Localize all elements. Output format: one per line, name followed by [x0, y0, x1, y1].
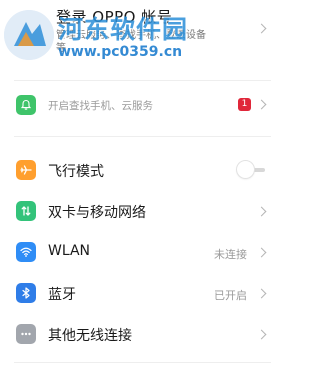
airplane-icon	[16, 160, 36, 180]
more-dots-icon	[16, 324, 36, 344]
avatar	[4, 10, 54, 60]
settings-item-label: 飞行模式	[48, 164, 104, 180]
settings-item-bluetooth[interactable]: 蓝牙 已开启	[0, 279, 285, 307]
bluetooth-icon	[16, 283, 36, 303]
find-phone-label: 开启查找手机、云服务	[48, 100, 153, 112]
watermark-brand: 河东软件园	[58, 15, 189, 44]
sim-card-icon	[16, 201, 36, 221]
settings-item-wlan[interactable]: WLAN 未连接	[0, 238, 285, 266]
bluetooth-status: 已开启	[214, 289, 247, 302]
logo-icon	[4, 10, 54, 60]
divider	[14, 136, 271, 137]
chevron-right-icon	[256, 23, 267, 34]
notification-badge: 1	[238, 98, 251, 111]
settings-item-label: 其他无线连接	[48, 328, 132, 344]
divider	[14, 362, 271, 363]
settings-item-label: WLAN	[48, 243, 91, 259]
divider	[14, 80, 271, 81]
account-row[interactable]: 登录 OPPO 帐号 管理云服务、查找手机、登录设备 等 河东软件园 www.p…	[0, 0, 285, 70]
settings-item-label: 双卡与移动网络	[48, 205, 146, 221]
chevron-right-icon	[256, 329, 267, 340]
find-phone-row[interactable]: 开启查找手机、云服务 1	[0, 90, 285, 120]
chevron-right-icon	[256, 206, 267, 217]
wlan-status: 未连接	[214, 248, 247, 261]
settings-item-other-wireless[interactable]: 其他无线连接	[0, 320, 285, 348]
watermark-url: www.pc0359.cn	[58, 44, 183, 60]
chevron-right-icon	[256, 247, 267, 258]
bell-icon	[16, 95, 36, 115]
chevron-right-icon	[256, 99, 267, 110]
settings-item-label: 蓝牙	[48, 287, 76, 303]
airplane-toggle[interactable]	[237, 161, 267, 178]
chevron-right-icon	[256, 288, 267, 299]
settings-item-airplane[interactable]: 飞行模式	[0, 156, 285, 184]
wifi-icon	[16, 242, 36, 262]
settings-item-dual-sim[interactable]: 双卡与移动网络	[0, 197, 285, 225]
